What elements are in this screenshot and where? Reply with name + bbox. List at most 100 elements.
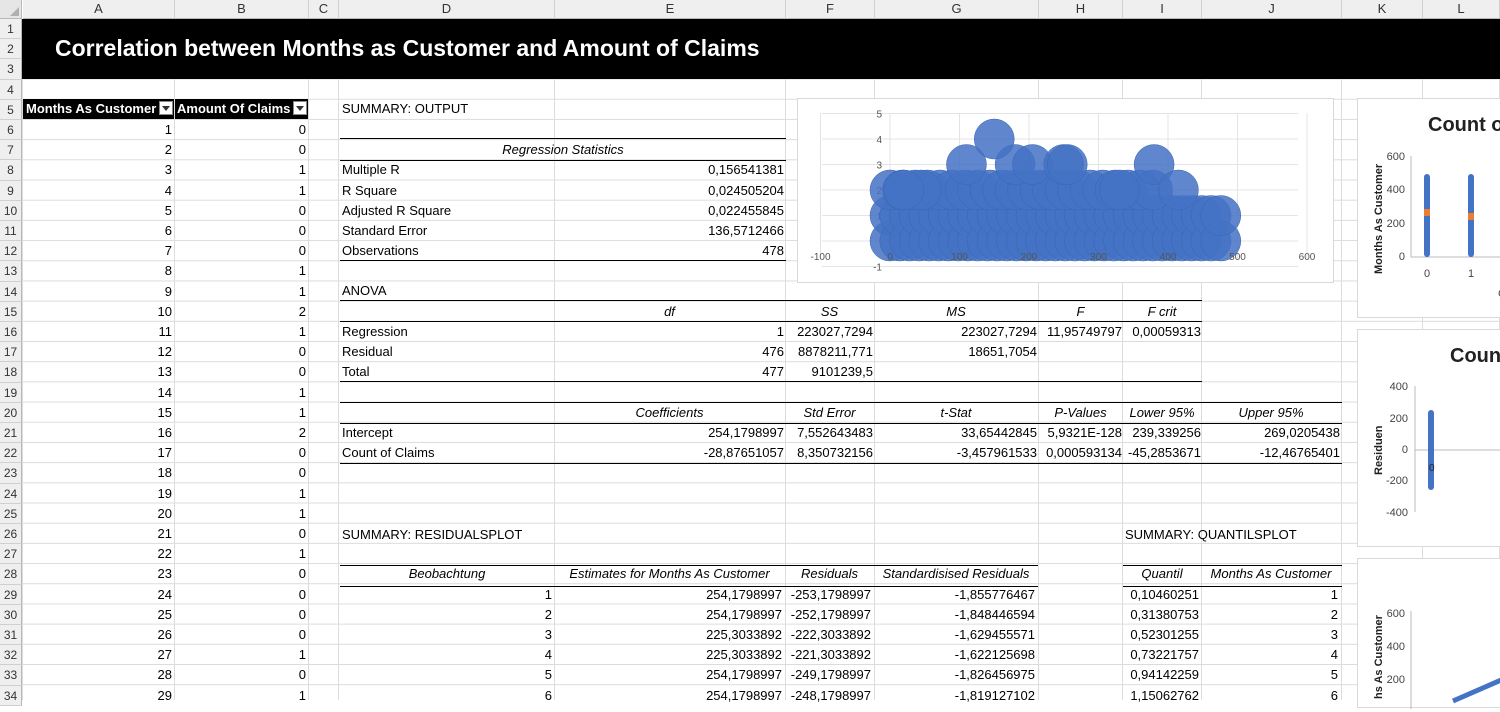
claims-cell[interactable]: 1 (175, 322, 306, 342)
residual-value[interactable]: -253,1798997 (786, 585, 871, 605)
select-all-corner[interactable] (0, 0, 22, 19)
coef-value[interactable]: 269,0205438 (1202, 423, 1340, 443)
claims-cell[interactable]: 1 (175, 181, 306, 201)
row-header[interactable]: 4 (0, 79, 22, 100)
row-header[interactable]: 7 (0, 140, 22, 161)
coef-value[interactable]: 7,552643483 (786, 423, 873, 443)
chart-count-residuals[interactable]: Coun Residuen 400 200 0 -200 -400 0 (1357, 329, 1500, 547)
row-header[interactable]: 9 (0, 180, 22, 201)
coef-header[interactable]: Upper 95% (1202, 403, 1340, 423)
quantil-value[interactable]: 2 (1202, 605, 1338, 625)
coef-header[interactable]: P-Values (1039, 403, 1122, 423)
row-header[interactable]: 23 (0, 463, 22, 484)
anova-header[interactable]: df (555, 302, 784, 322)
anova-value[interactable]: 477 (555, 362, 784, 382)
anova-value[interactable]: 223027,7294 (875, 322, 1037, 342)
coef-label[interactable]: Intercept (342, 423, 552, 443)
claims-cell[interactable]: 0 (175, 463, 306, 483)
residual-value[interactable]: -221,3033892 (786, 645, 871, 665)
column-header-E[interactable]: E (555, 0, 786, 19)
claims-cell[interactable]: 0 (175, 625, 306, 645)
quantil-header[interactable]: Months As Customer (1202, 564, 1340, 584)
residual-header[interactable]: Estimates for Months As Customer (555, 564, 784, 584)
quantil-value[interactable]: 5 (1202, 665, 1338, 685)
months-cell[interactable]: 3 (23, 160, 172, 180)
residual-value[interactable]: -1,855776467 (875, 585, 1035, 605)
coef-value[interactable]: -28,87651057 (555, 443, 784, 463)
residual-value[interactable]: 225,3033892 (555, 625, 782, 645)
claims-cell[interactable]: 1 (175, 686, 306, 706)
row-header[interactable]: 14 (0, 281, 22, 302)
table-header-months[interactable]: Months As Customer (23, 99, 174, 119)
residual-value[interactable]: -1,848446594 (875, 605, 1035, 625)
anova-header[interactable]: F (1039, 302, 1122, 322)
claims-cell[interactable]: 0 (175, 362, 306, 382)
coef-header[interactable]: Lower 95% (1123, 403, 1201, 423)
months-cell[interactable]: 23 (23, 564, 172, 584)
row-header[interactable]: 17 (0, 342, 22, 363)
residual-value[interactable]: 3 (340, 625, 552, 645)
coef-value[interactable]: -12,46765401 (1202, 443, 1340, 463)
stat-label[interactable]: Observations (342, 241, 552, 261)
row-header[interactable]: 10 (0, 200, 22, 221)
filter-dropdown-icon[interactable] (293, 101, 307, 115)
quantil-value[interactable]: 0,31380753 (1123, 605, 1199, 625)
quantil-value[interactable]: 1,15062762 (1123, 686, 1199, 706)
row-header[interactable]: 21 (0, 423, 22, 444)
row-header[interactable]: 20 (0, 402, 22, 423)
row-header[interactable]: 15 (0, 301, 22, 322)
months-cell[interactable]: 16 (23, 423, 172, 443)
stat-label[interactable]: Multiple R (342, 160, 552, 180)
column-header-I[interactable]: I (1123, 0, 1202, 19)
column-header-H[interactable]: H (1039, 0, 1123, 19)
column-header-D[interactable]: D (339, 0, 555, 19)
row-header[interactable]: 16 (0, 322, 22, 343)
months-cell[interactable]: 17 (23, 443, 172, 463)
row-header[interactable]: 26 (0, 524, 22, 545)
anova-value[interactable]: 18651,7054 (875, 342, 1037, 362)
coef-value[interactable]: 239,339256 (1123, 423, 1201, 443)
coef-label[interactable]: Count of Claims (342, 443, 552, 463)
stat-label[interactable]: Standard Error (342, 221, 552, 241)
months-cell[interactable]: 21 (23, 524, 172, 544)
row-header[interactable]: 32 (0, 645, 22, 666)
row-header[interactable]: 13 (0, 261, 22, 282)
residual-value[interactable]: -248,1798997 (786, 686, 871, 706)
residual-value[interactable]: -1,819127102 (875, 686, 1035, 706)
claims-cell[interactable]: 0 (175, 605, 306, 625)
quantil-value[interactable]: 0,52301255 (1123, 625, 1199, 645)
claims-cell[interactable]: 0 (175, 221, 306, 241)
quantil-value[interactable]: 0,10460251 (1123, 585, 1199, 605)
column-header-F[interactable]: F (786, 0, 875, 19)
months-cell[interactable]: 19 (23, 484, 172, 504)
claims-cell[interactable]: 1 (175, 504, 306, 524)
claims-cell[interactable]: 1 (175, 282, 306, 302)
residual-value[interactable]: 254,1798997 (555, 605, 782, 625)
coef-header[interactable]: Coefficients (555, 403, 784, 423)
coef-value[interactable]: -45,2853671 (1123, 443, 1201, 463)
months-cell[interactable]: 24 (23, 585, 172, 605)
row-header[interactable]: 8 (0, 160, 22, 181)
anova-label[interactable]: Regression (342, 322, 552, 342)
months-cell[interactable]: 18 (23, 463, 172, 483)
claims-cell[interactable]: 1 (175, 645, 306, 665)
months-cell[interactable]: 20 (23, 504, 172, 524)
residual-value[interactable]: -1,826456975 (875, 665, 1035, 685)
months-cell[interactable]: 7 (23, 241, 172, 261)
months-cell[interactable]: 12 (23, 342, 172, 362)
claims-cell[interactable]: 0 (175, 241, 306, 261)
months-cell[interactable]: 14 (23, 383, 172, 403)
bubble-chart[interactable]: 54321-1-1000100200300400500600 (797, 98, 1334, 283)
quantil-value[interactable]: 3 (1202, 625, 1338, 645)
claims-cell[interactable]: 1 (175, 484, 306, 504)
quantil-value[interactable]: 4 (1202, 645, 1338, 665)
row-header[interactable]: 28 (0, 564, 22, 585)
anova-value[interactable]: 11,95749797 (1039, 322, 1122, 342)
column-header-C[interactable]: C (309, 0, 339, 19)
coef-value[interactable]: 254,1798997 (555, 423, 784, 443)
anova-label[interactable]: Residual (342, 342, 552, 362)
months-cell[interactable]: 27 (23, 645, 172, 665)
anova-header[interactable]: F crit (1123, 302, 1201, 322)
row-header[interactable]: 31 (0, 625, 22, 646)
months-cell[interactable]: 10 (23, 302, 172, 322)
